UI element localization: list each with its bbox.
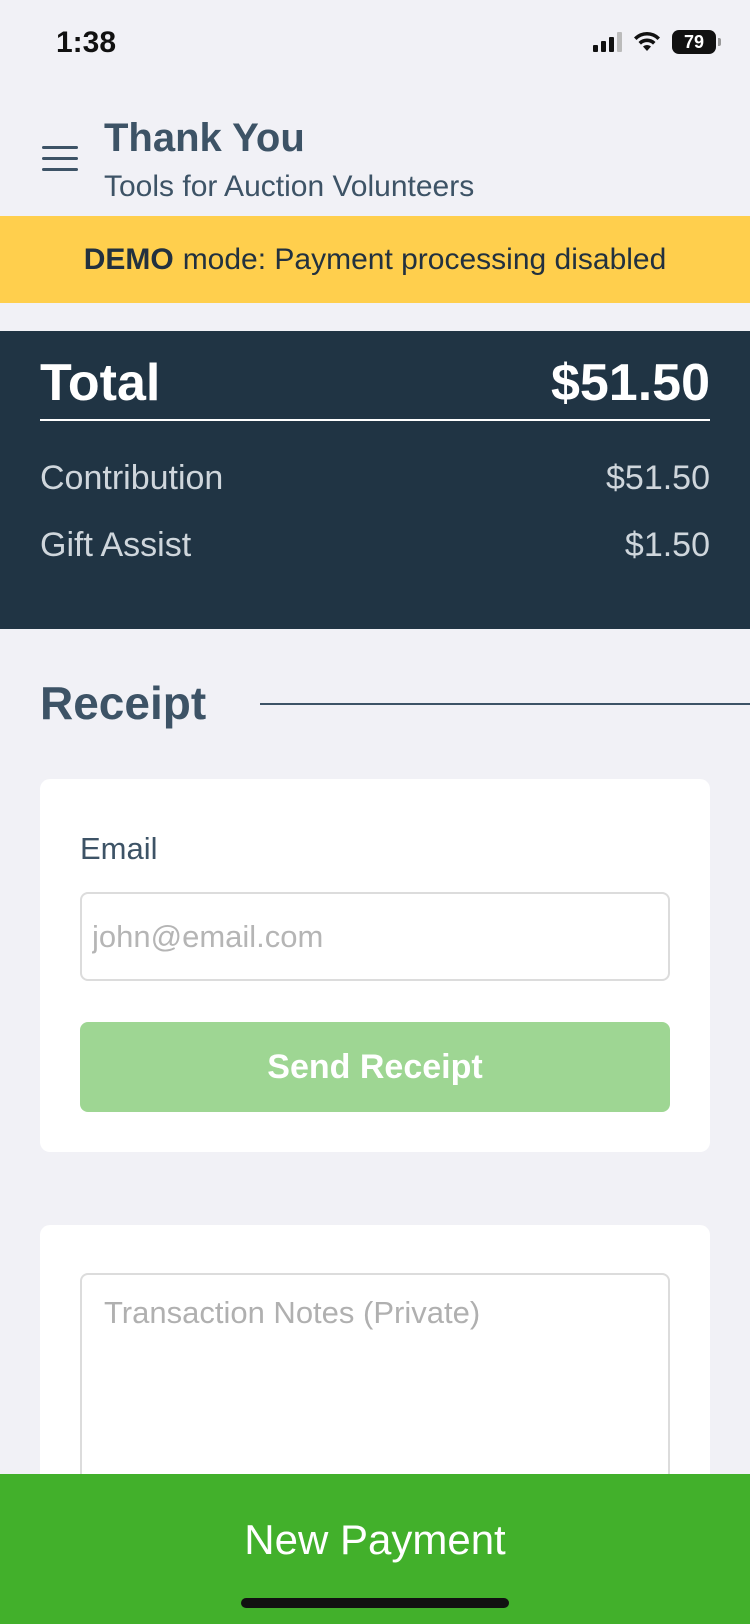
contribution-value: $51.50 bbox=[606, 459, 710, 497]
status-bar: 1:38 79 bbox=[0, 0, 750, 86]
contribution-row: Contribution $51.50 bbox=[40, 459, 710, 498]
total-row: Total $51.50 bbox=[40, 354, 710, 421]
total-value: $51.50 bbox=[550, 354, 710, 412]
receipt-heading: Receipt bbox=[40, 677, 207, 729]
status-time: 1:38 bbox=[56, 26, 117, 59]
email-label: Email bbox=[80, 831, 158, 866]
wifi-icon bbox=[634, 31, 660, 51]
demo-banner-text: mode: Payment processing disabled bbox=[182, 242, 667, 276]
page-title: Thank You bbox=[104, 116, 305, 160]
demo-banner-strong: DEMO bbox=[83, 242, 174, 276]
notes-card bbox=[40, 1225, 710, 1493]
home-indicator bbox=[241, 1598, 509, 1608]
receipt-divider bbox=[260, 703, 750, 705]
signal-icon bbox=[593, 32, 622, 52]
battery-level: 79 bbox=[683, 31, 705, 52]
total-label: Total bbox=[40, 354, 161, 412]
totals-panel: Total $51.50 Contribution $51.50 Gift As… bbox=[0, 331, 750, 629]
demo-mode-banner: DEMO mode: Payment processing disabled bbox=[0, 216, 750, 303]
transaction-notes-field[interactable] bbox=[80, 1273, 670, 1493]
gift-assist-value: $1.50 bbox=[624, 526, 710, 564]
app-header: Thank You Tools for Auction Volunteers bbox=[0, 86, 750, 216]
gift-assist-row: Gift Assist $1.50 bbox=[40, 526, 710, 565]
contribution-label: Contribution bbox=[40, 459, 224, 497]
send-receipt-button[interactable]: Send Receipt bbox=[80, 1022, 670, 1112]
gift-assist-label: Gift Assist bbox=[40, 526, 192, 564]
email-field[interactable] bbox=[80, 892, 670, 981]
receipt-card: Email Send Receipt bbox=[40, 779, 710, 1152]
hamburger-menu-icon[interactable] bbox=[42, 146, 78, 172]
status-icons: 79 bbox=[593, 30, 721, 54]
battery-icon: 79 bbox=[672, 30, 721, 54]
page-subtitle: Tools for Auction Volunteers bbox=[104, 170, 475, 203]
